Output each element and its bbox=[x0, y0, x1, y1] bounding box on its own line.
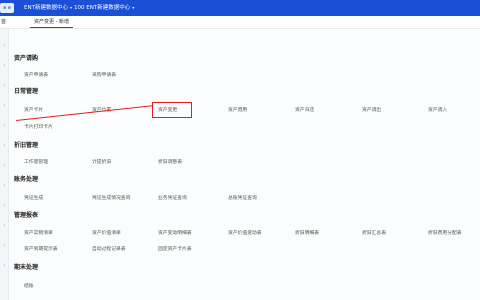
tab-asset-change[interactable]: 资产变更 - 新增 bbox=[30, 17, 73, 28]
chevron-right-icon[interactable]: › bbox=[2, 123, 7, 129]
annotation-highlight-box bbox=[152, 102, 192, 118]
menu-item-asset-value-change[interactable]: 资产价值变动表 bbox=[228, 230, 262, 237]
account-set-selector[interactable]: 100 ENT新建数据中心 ▾ bbox=[74, 4, 134, 12]
menu-item-depreciation-summary[interactable]: 折旧汇总表 bbox=[362, 230, 386, 237]
account-set-label: ENT新建数据中心 bbox=[86, 5, 131, 11]
chevron-right-icon[interactable]: › bbox=[2, 203, 7, 209]
chevron-down-icon: ▾ bbox=[132, 5, 135, 10]
data-center-label: ENT新建数据中心 bbox=[24, 5, 68, 11]
menu-item-accrue-depreciation[interactable]: 计提折旧 bbox=[92, 159, 111, 166]
menu-item-asset-return[interactable]: 资产归还 bbox=[295, 107, 314, 114]
breadcrumb: 首 资产变更 - 新增 bbox=[0, 16, 480, 29]
menu-item-asset-transfer-in[interactable]: 资产调入 bbox=[428, 107, 447, 114]
chevron-right-icon[interactable]: › bbox=[2, 103, 7, 109]
chevron-right-icon[interactable]: › bbox=[2, 183, 7, 189]
section-title-depreciation: 折旧管理 bbox=[14, 142, 39, 149]
home-tab[interactable]: 首 bbox=[1, 19, 6, 26]
app-logo[interactable]: ≡ ≡ bbox=[0, 3, 14, 13]
chevron-right-icon[interactable]: › bbox=[2, 63, 7, 69]
menu-item-asset-borrow[interactable]: 资产借用 bbox=[228, 107, 247, 114]
section-title-daily-management: 日常管理 bbox=[14, 88, 39, 95]
chevron-right-icon[interactable]: › bbox=[2, 243, 7, 249]
menu-item-auto-process-log[interactable]: 自动过程记录表 bbox=[92, 246, 126, 253]
menu-item-asset-application[interactable]: 资产申请表 bbox=[24, 72, 48, 79]
menu-item-purchase-application[interactable]: 采购申请表 bbox=[92, 72, 116, 79]
menu-item-asset-change-detail[interactable]: 资产变动明细表 bbox=[158, 230, 192, 237]
menu-item-asset-transfer-out[interactable]: 资产调出 bbox=[362, 107, 381, 114]
menu-item-physical-asset-list[interactable]: 资产实物清单 bbox=[24, 230, 53, 237]
chevron-right-icon[interactable]: › bbox=[2, 83, 7, 89]
menu-item-business-voucher-query[interactable]: 业务凭证查询 bbox=[158, 195, 187, 202]
menu-item-depreciation-adjustment[interactable]: 折旧调整表 bbox=[158, 159, 182, 166]
data-center-selector[interactable]: ENT新建数据中心 ▾ bbox=[24, 4, 72, 12]
menu-item-close-period[interactable]: 结账 bbox=[24, 283, 34, 290]
menu-item-depreciation-detail[interactable]: 折旧明细表 bbox=[295, 230, 319, 237]
menu-item-asset-card[interactable]: 资产卡片 bbox=[24, 107, 43, 114]
section-title-asset-requisition: 资产请购 bbox=[14, 55, 39, 62]
section-title-management-reports: 管理报表 bbox=[14, 212, 39, 219]
chevron-right-icon[interactable]: › bbox=[2, 223, 7, 229]
chevron-right-icon[interactable]: › bbox=[2, 43, 7, 49]
menu-item-fixed-asset-card-table[interactable]: 固定资产卡片表 bbox=[158, 246, 192, 253]
menu-item-ledger-voucher-query[interactable]: 总账凭证查询 bbox=[228, 195, 257, 202]
section-title-accounting: 账务处理 bbox=[14, 176, 39, 183]
function-menu-panel bbox=[10, 29, 480, 300]
section-title-period-end: 期末处理 bbox=[14, 264, 39, 271]
menu-item-voucher-generate[interactable]: 凭证生成 bbox=[24, 195, 43, 202]
top-header-bar: ≡ ≡ ENT新建数据中心 ▾ 100 ENT新建数据中心 ▾ bbox=[0, 0, 480, 16]
sidebar-collapsed: › › › › › › › › › › › › bbox=[0, 29, 9, 300]
chevron-right-icon[interactable]: › bbox=[2, 263, 7, 269]
menu-item-voucher-status-query[interactable]: 凭证生成情况查询 bbox=[92, 195, 130, 202]
menu-item-asset-expiry-reminder[interactable]: 资产到期提示表 bbox=[24, 246, 58, 253]
menu-item-workload-management[interactable]: 工作量管理 bbox=[24, 159, 48, 166]
menu-item-asset-value-list[interactable]: 资产价值清单 bbox=[92, 230, 121, 237]
menu-item-card-print[interactable]: 卡片打印卡片 bbox=[24, 124, 53, 131]
menu-item-depreciation-allocation[interactable]: 折旧费用分配表 bbox=[428, 230, 462, 237]
chevron-down-icon: ▾ bbox=[69, 5, 72, 10]
chevron-right-icon[interactable]: › bbox=[2, 143, 7, 149]
chevron-right-icon[interactable]: › bbox=[2, 163, 7, 169]
account-set-code: 100 bbox=[74, 5, 85, 11]
